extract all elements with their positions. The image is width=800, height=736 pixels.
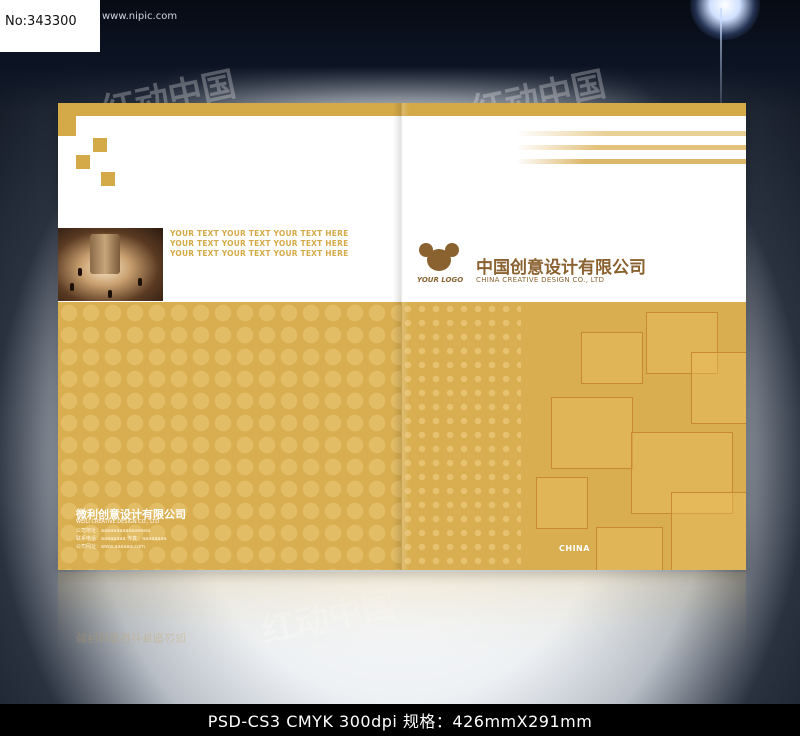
photo-figure <box>78 268 82 276</box>
decor-stripe <box>516 145 746 150</box>
top-gold-strip <box>58 103 401 116</box>
photo-figure <box>70 283 74 291</box>
company-title: 中国创意设计有限公司 <box>476 258 646 278</box>
image-id-label: No:343300 <box>5 14 77 29</box>
floor-reflection: 微利创意设计有限公司 <box>58 572 746 662</box>
dot-pattern <box>401 302 521 570</box>
logo-text: YOUR LOGO <box>417 276 464 284</box>
photo-image <box>58 228 163 301</box>
decor-square <box>76 155 90 169</box>
right-page: YOUR LOGO 中国创意设计有限公司 CHINA CREATIVE DESI… <box>401 103 746 570</box>
company-title-en: CHINA CREATIVE DESIGN CO., LTD <box>476 276 605 284</box>
contact-line: 联系电话：aaaaaaaa 传真：aaaaaaaa <box>76 536 167 542</box>
spine-shadow <box>393 103 409 570</box>
right-gold-panel <box>401 302 746 570</box>
spec-caption: PSD-CS3 CMYK 300dpi 规格：426mmX291mm <box>207 712 593 731</box>
brochure-spread: YOUR TEXT YOUR TEXT YOUR TEXT HERE YOUR … <box>58 103 746 570</box>
decor-stripe <box>516 159 746 164</box>
top-url: www.nipic.com <box>102 11 178 22</box>
contact-line: 公司地址：aaaaaaaaaaaaaaaa <box>76 528 151 534</box>
logo-head <box>427 249 451 271</box>
logo-mark <box>419 243 459 271</box>
decor-square <box>58 116 76 136</box>
cube-shape <box>581 332 643 384</box>
photo-figure <box>138 278 142 286</box>
decor-stripe <box>516 131 746 136</box>
cube-shape <box>671 492 746 570</box>
china-label: CHINA <box>559 544 590 553</box>
placeholder-text-line: YOUR TEXT YOUR TEXT YOUR TEXT HERE <box>170 239 349 248</box>
placeholder-text-line: YOUR TEXT YOUR TEXT YOUR TEXT HERE <box>170 229 349 238</box>
top-gold-strip <box>401 103 746 116</box>
photo-figure <box>108 290 112 298</box>
cube-shape <box>596 527 663 570</box>
contact-line: 公司网址：www.aaaaaa.com <box>76 544 146 550</box>
decor-square <box>93 138 107 152</box>
reflected-company-name: 微利创意设计有限公司 <box>76 631 186 644</box>
photo-pillar <box>90 234 120 274</box>
decor-stripes <box>516 131 746 173</box>
left-company-name-en: WEILI CREATIVE DESIGN CO., LTD <box>76 519 160 525</box>
cube-shape <box>536 477 588 529</box>
decor-square <box>101 172 115 186</box>
image-id-box: No:343300 <box>0 0 100 52</box>
placeholder-text-line: YOUR TEXT YOUR TEXT YOUR TEXT HERE <box>170 249 349 258</box>
left-page: YOUR TEXT YOUR TEXT YOUR TEXT HERE YOUR … <box>58 103 401 570</box>
cube-shape <box>691 352 746 424</box>
cube-shape <box>551 397 633 469</box>
